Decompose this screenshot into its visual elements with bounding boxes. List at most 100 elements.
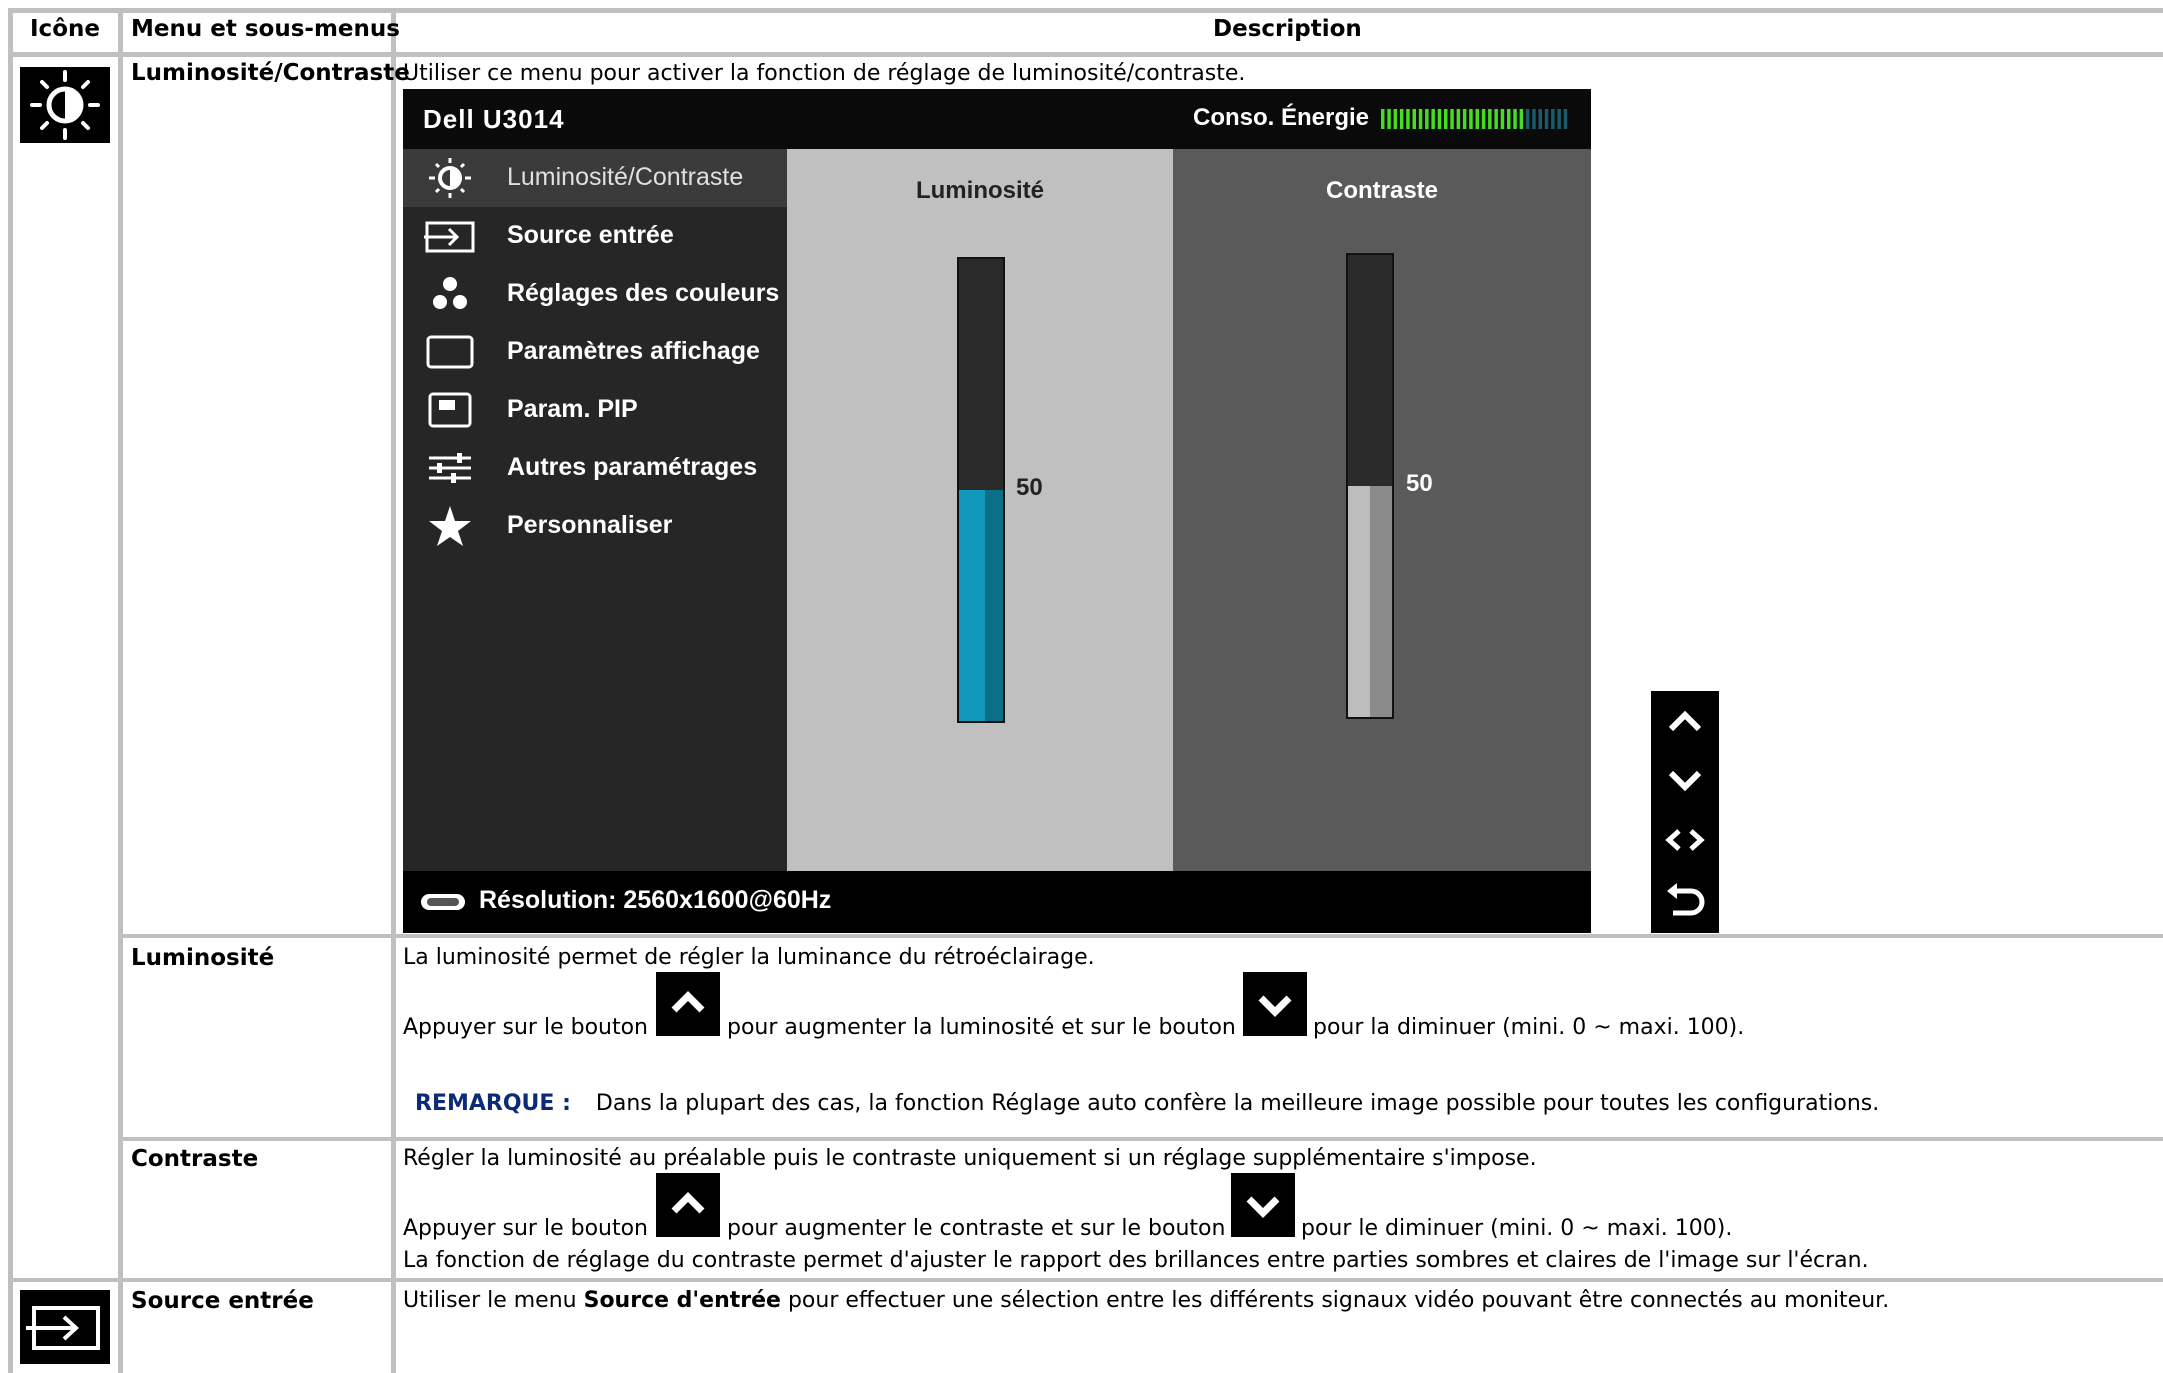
input-source-row-icon	[20, 1290, 110, 1364]
osd-menu-item-brightness-contrast[interactable]: Luminosité/Contraste	[403, 149, 787, 207]
table-left-border	[8, 8, 13, 1373]
input-source-icon	[424, 221, 475, 253]
col-divider-1	[118, 8, 123, 1373]
energy-segment	[1532, 109, 1536, 129]
energy-segment	[1544, 109, 1549, 129]
osd-menu-label: Réglages des couleurs	[507, 279, 780, 307]
osd-menu-item-other-settings[interactable]: Autres paramétrages	[403, 439, 787, 497]
brightness-contrast-icon	[20, 67, 110, 143]
energy-segment	[1418, 109, 1423, 129]
contrast-value: 50	[1406, 470, 1433, 497]
energy-segment	[1462, 109, 1467, 129]
osd-contrast-title: Contraste	[1325, 177, 1439, 204]
brightness-slider-fill	[959, 490, 1003, 721]
down-arrow-icon[interactable]	[1651, 751, 1719, 809]
back-arrow-icon[interactable]	[1651, 871, 1719, 929]
header-divider	[8, 52, 2163, 57]
osd-menu-item-input-source[interactable]: Source entrée	[403, 207, 787, 265]
energy-segment	[1538, 109, 1542, 129]
row-divider-input	[8, 1278, 2163, 1282]
energy-segment	[1393, 109, 1398, 129]
col-divider-2	[391, 8, 396, 1373]
input-source-desc-suffix: pour effectuer une sélection entre les d…	[787, 1288, 1890, 1313]
energy-segment	[1406, 109, 1410, 129]
osd-footer: Résolution: 2560x1600@60Hz	[403, 871, 1591, 933]
energy-segment	[1557, 109, 1561, 129]
energy-segment	[1507, 109, 1511, 129]
energy-segment	[1513, 109, 1517, 129]
energy-segment	[1431, 109, 1435, 129]
contrast-line1: Régler la luminosité au préalable puis l…	[403, 1146, 1537, 1171]
osd-menu: Luminosité/Contraste Source entrée Régla…	[403, 149, 787, 871]
osd-contrast-pane: Contraste 50	[1173, 149, 1591, 871]
row-title-brightness-contrast: Luminosité/Contraste	[131, 60, 410, 86]
sliders-icon	[429, 453, 471, 483]
osd-menu-label: Personnaliser	[507, 511, 673, 539]
row-divider-contrast	[122, 1137, 2163, 1141]
note-text: Dans la plupart des cas, la fonction Rég…	[595, 1091, 1880, 1116]
brightness-line1: La luminosité permet de régler la lumina…	[403, 945, 1095, 970]
osd-menu-label: Paramètres affichage	[507, 337, 760, 365]
row-title-brightness: Luminosité	[131, 945, 275, 971]
energy-segment	[1469, 109, 1473, 129]
table-top-border	[8, 8, 2163, 13]
row-title-input-source: Source entrée	[131, 1288, 314, 1314]
osd-brightness-title: Luminosité	[915, 177, 1044, 204]
header-description: Description	[1213, 16, 1362, 42]
display-rect-icon	[426, 335, 474, 369]
osd-screen: Dell U3014 Conso. Énergie Luminosité/Con…	[403, 89, 1591, 933]
energy-segment	[1500, 109, 1505, 129]
osd-menu-label: Param. PIP	[507, 395, 638, 423]
down-button-icon	[1231, 1173, 1295, 1237]
left-right-arrow-icon[interactable]	[1651, 811, 1719, 869]
brightness-press-middle: pour augmenter la luminosité et sur le b…	[727, 1015, 1236, 1040]
brightness-icon	[429, 158, 471, 198]
energy-segment	[1381, 109, 1385, 129]
osd-menu-label: Source entrée	[507, 221, 674, 249]
contrast-slider[interactable]	[1346, 253, 1394, 719]
osd-menu-item-display-settings[interactable]: Paramètres affichage	[403, 323, 787, 381]
input-source-desc-prefix: Utiliser le menu	[403, 1288, 577, 1313]
energy-segment	[1450, 109, 1454, 129]
energy-segment	[1387, 109, 1391, 129]
input-source-desc-bold: Source d'entrée	[583, 1288, 781, 1313]
input-source-description: Utiliser le menu Source d'entrée pour ef…	[403, 1288, 1889, 1313]
up-arrow-icon[interactable]	[1651, 693, 1719, 751]
up-button-icon	[656, 1173, 720, 1237]
energy-segment	[1494, 109, 1498, 129]
pip-icon	[428, 392, 472, 428]
osd-header: Dell U3014 Conso. Énergie	[403, 89, 1591, 149]
brightness-value: 50	[1016, 474, 1043, 501]
row-title-contrast: Contraste	[131, 1146, 259, 1172]
brightness-press-suffix: pour la diminuer (mini. 0 ~ maxi. 100).	[1313, 1015, 1745, 1040]
osd-menu-item-personalize[interactable]: Personnaliser	[403, 497, 787, 555]
energy-segment	[1456, 109, 1461, 129]
contrast-press-prefix: Appuyer sur le bouton	[403, 1216, 648, 1241]
energy-segment	[1412, 109, 1416, 129]
up-button-icon	[656, 972, 720, 1036]
energy-segment	[1551, 109, 1555, 129]
brightness-press-prefix: Appuyer sur le bouton	[403, 1015, 648, 1040]
contrast-press-middle: pour augmenter le contraste et sur le bo…	[727, 1216, 1226, 1241]
row-divider-brightness	[122, 934, 2163, 938]
energy-segment	[1563, 109, 1568, 129]
color-dots-icon	[433, 277, 467, 309]
osd-model: Dell U3014	[423, 104, 565, 134]
osd-menu-label: Autres paramétrages	[507, 453, 758, 481]
energy-segment	[1425, 109, 1429, 129]
energy-segment	[1525, 109, 1530, 129]
star-icon	[429, 506, 471, 546]
note-label: REMARQUE :	[415, 1091, 571, 1116]
energy-segment	[1475, 109, 1479, 129]
brightness-slider[interactable]	[957, 257, 1005, 723]
osd-energy-label: Conso. Énergie	[1193, 104, 1370, 131]
down-button-icon	[1243, 972, 1307, 1036]
energy-meter	[1381, 109, 1568, 129]
energy-segment	[1399, 109, 1404, 129]
header-icon: Icône	[30, 16, 100, 42]
energy-segment	[1437, 109, 1442, 129]
osd-menu-label: Luminosité/Contraste	[507, 163, 744, 191]
contrast-line3: La fonction de réglage du contraste perm…	[403, 1248, 1869, 1273]
osd-menu-item-pip[interactable]: Param. PIP	[403, 381, 787, 439]
osd-menu-item-color-settings[interactable]: Réglages des couleurs	[403, 265, 787, 323]
